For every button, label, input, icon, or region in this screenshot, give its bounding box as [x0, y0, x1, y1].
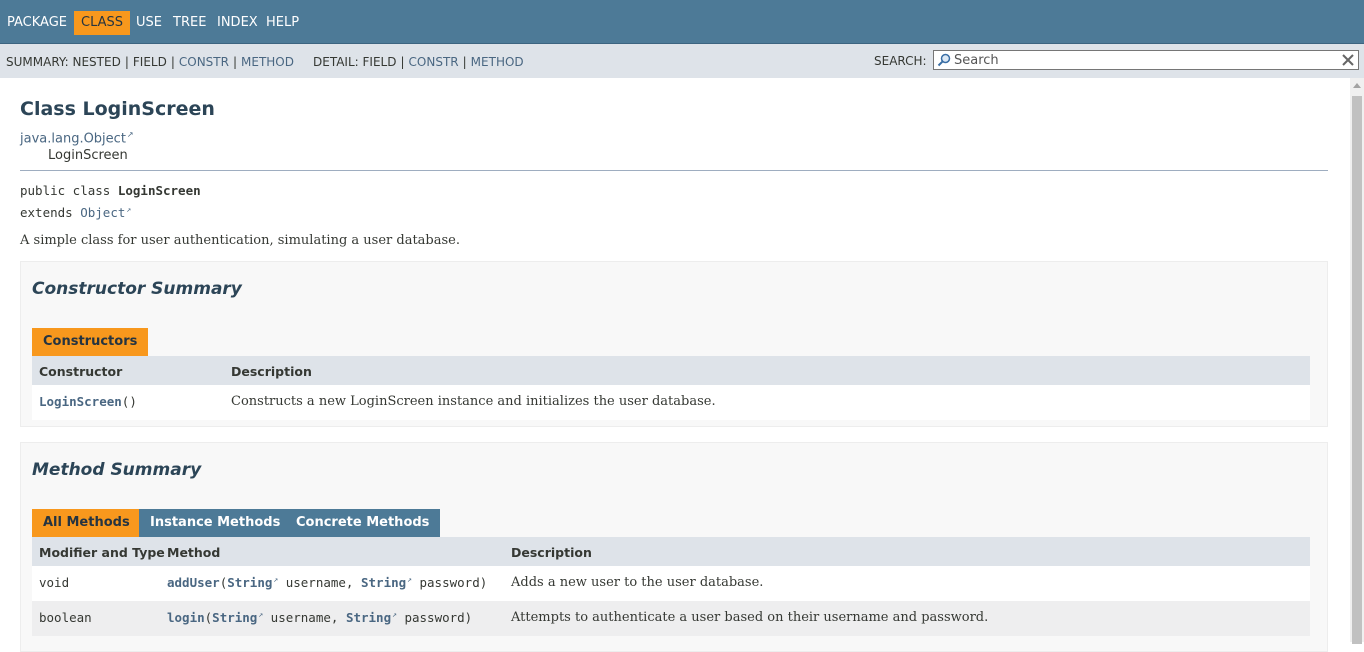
col-constructor: Constructor: [39, 364, 123, 379]
inheritance-parent-text: java.lang.Object: [20, 131, 126, 147]
nav-use[interactable]: USE: [136, 11, 162, 35]
detail-field: FIELD: [362, 55, 397, 69]
method-link-login[interactable]: login: [167, 610, 205, 625]
constructor-summary-title: Constructor Summary: [32, 279, 242, 299]
sig-modifiers: public class: [20, 183, 111, 198]
sig-super-link[interactable]: Object: [80, 205, 125, 220]
constructor-description: Constructs a new LoginScreen instance an…: [231, 394, 716, 409]
param-type-link[interactable]: String: [212, 610, 257, 625]
tab-all-methods[interactable]: All Methods: [32, 509, 141, 537]
separator: |: [400, 55, 405, 69]
constructor-summary-section: Constructor Summary Constructors Constru…: [20, 261, 1328, 427]
constructor-table: Constructor Description LoginScreen() Co…: [32, 356, 1310, 420]
nav-index[interactable]: INDEX: [217, 11, 258, 35]
col-description: Description: [511, 545, 592, 560]
separator: |: [232, 55, 238, 69]
class-signature: public class LoginScreen extends Object↗: [20, 181, 201, 222]
separator: |: [462, 55, 467, 69]
clear-search-icon[interactable]: [1341, 53, 1355, 67]
sig-extends: extends: [20, 205, 73, 221]
nav-class[interactable]: CLASS: [74, 11, 131, 35]
method-signature: login(String↗ username, String↗ password…: [167, 610, 472, 625]
col-description: Description: [231, 364, 312, 379]
search-label: SEARCH:: [874, 54, 927, 68]
detail-method-link[interactable]: METHOD: [471, 55, 524, 69]
page-title: Class LoginScreen: [20, 98, 215, 120]
summary-method-link[interactable]: METHOD: [241, 55, 294, 69]
table-row: LoginScreen() Constructs a new LoginScre…: [32, 385, 1310, 420]
param-name: username,: [263, 610, 346, 626]
external-link-icon: ↗: [126, 130, 134, 139]
sig-name: LoginScreen: [117, 183, 201, 198]
summary-constr-link[interactable]: CONSTR: [179, 55, 229, 69]
class-description: A simple class for user authentication, …: [20, 233, 460, 248]
scrollbar-thumb[interactable]: [1352, 96, 1362, 644]
nav-package[interactable]: PACKAGE: [7, 11, 67, 35]
table-row: boolean login(String↗ username, String↗ …: [32, 601, 1310, 636]
table-header: Modifier and Type Method Description: [32, 537, 1310, 566]
tab-concrete-methods[interactable]: Concrete Methods: [285, 509, 441, 537]
method-type: void: [39, 575, 70, 590]
param-name: username,: [278, 575, 361, 591]
method-signature: addUser(String↗ username, String↗ passwo…: [167, 575, 487, 590]
scroll-up-arrow-icon[interactable]: [1350, 78, 1364, 94]
method-type: boolean: [39, 610, 92, 625]
col-modifier-type: Modifier and Type: [39, 545, 165, 560]
summary-nested: NESTED: [72, 55, 121, 69]
constructor-signature: LoginScreen(): [39, 394, 137, 409]
search-icon: [937, 53, 951, 67]
nav-tree[interactable]: TREE: [173, 11, 206, 35]
tab-instance-methods[interactable]: Instance Methods: [139, 509, 292, 537]
method-summary-title: Method Summary: [32, 460, 202, 480]
param-name: password): [396, 610, 473, 626]
external-link-icon: ↗: [126, 205, 132, 214]
separator: |: [170, 55, 175, 69]
method-table: Modifier and Type Method Description voi…: [32, 537, 1310, 647]
col-method: Method: [167, 545, 221, 560]
inheritance-child: LoginScreen: [48, 148, 128, 163]
inheritance-parent-link[interactable]: java.lang.Object↗: [20, 130, 134, 146]
vertical-scrollbar[interactable]: [1350, 78, 1364, 644]
detail-links: DETAIL: FIELD | CONSTR | METHOD: [313, 55, 524, 69]
tab-constructors[interactable]: Constructors: [32, 328, 149, 356]
detail-constr-link[interactable]: CONSTR: [409, 55, 459, 69]
divider: [20, 170, 1328, 171]
nav-help[interactable]: HELP: [266, 11, 299, 35]
separator: |: [124, 55, 129, 69]
detail-label: DETAIL:: [313, 55, 359, 69]
method-summary-section: Method Summary All Methods Instance Meth…: [20, 442, 1328, 652]
param-type-link[interactable]: String: [346, 610, 391, 625]
param-type-link[interactable]: String: [227, 575, 272, 590]
summary-links: SUMMARY: NESTED | FIELD | CONSTR | METHOD: [6, 55, 294, 69]
summary-field: FIELD: [132, 55, 167, 69]
search-box[interactable]: [933, 50, 1359, 70]
method-description: Attempts to authenticate a user based on…: [511, 610, 989, 625]
method-link-adduser[interactable]: addUser: [167, 575, 220, 590]
table-header: Constructor Description: [32, 356, 1310, 385]
summary-label: SUMMARY:: [6, 55, 69, 69]
method-description: Adds a new user to the user database.: [511, 575, 764, 590]
top-navbar: PACKAGE CLASS USE TREE INDEX HELP: [0, 0, 1364, 44]
param-type-link[interactable]: String: [361, 575, 406, 590]
table-row: void addUser(String↗ username, String↗ p…: [32, 566, 1310, 601]
param-name: password): [411, 575, 488, 591]
search-input[interactable]: [954, 51, 1334, 69]
constructor-params: (): [121, 394, 137, 409]
constructor-link[interactable]: LoginScreen: [39, 394, 122, 409]
